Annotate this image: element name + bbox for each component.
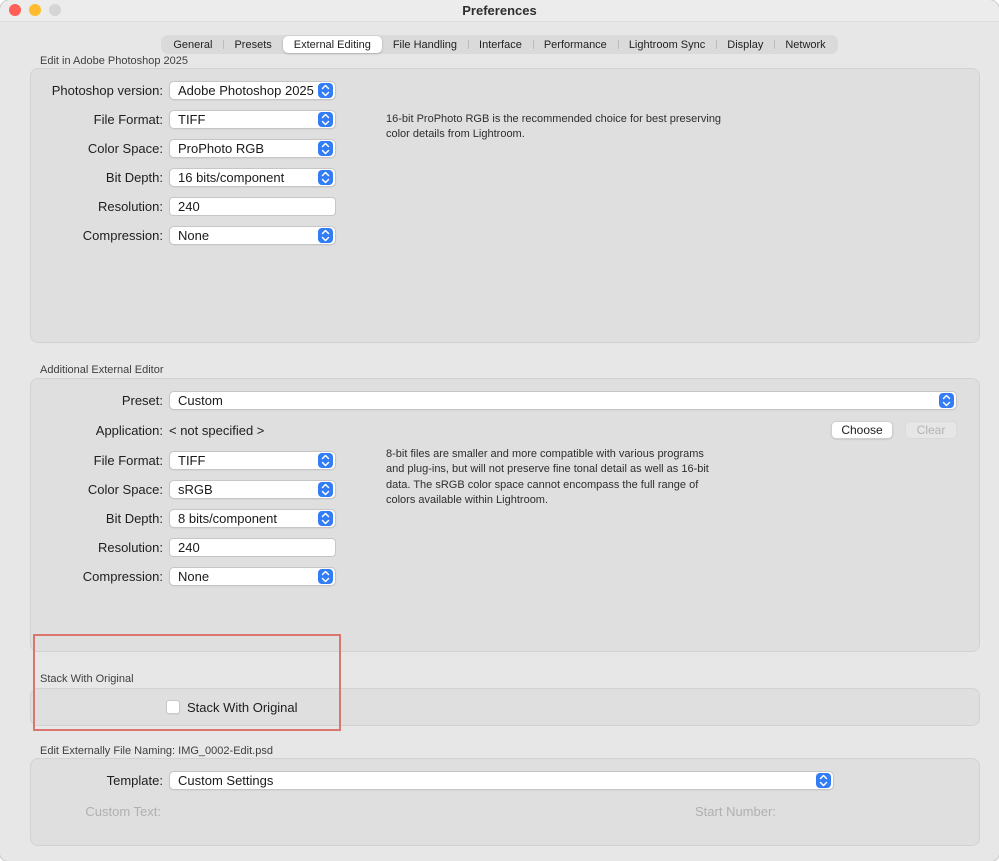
popup-stepper-icon <box>318 170 333 185</box>
photoshop-version-value: Adobe Photoshop 2025 <box>178 82 314 98</box>
close-button[interactable] <box>9 4 21 16</box>
bit-depth-value: 16 bits/component <box>178 169 285 185</box>
stack-section-label: Stack With Original <box>40 673 134 685</box>
bit-depth-value: 8 bits/component <box>178 510 278 526</box>
tab-external-editing[interactable]: External Editing <box>282 36 382 53</box>
popup-stepper-icon <box>318 482 333 497</box>
tab-bar-wrap: General Presets External Editing File Handl… <box>0 35 999 54</box>
photoshop-help-text: 16-bit ProPhoto RGB is the recommended c… <box>386 113 722 141</box>
tab-interface[interactable]: Interface <box>468 36 533 53</box>
additional-help-text: 8-bit files are smaller and more compati… <box>386 448 709 507</box>
file-format-label: File Format: <box>93 111 163 127</box>
bit-depth-row: Bit Depth: 16 bits/component <box>39 167 971 187</box>
stack-with-original-checkbox-label: Stack With Original <box>187 699 298 715</box>
preset-select[interactable]: Custom <box>169 390 957 410</box>
template-row: Template: Custom Settings <box>39 770 971 790</box>
custom-text-label: Custom Text: <box>85 804 161 819</box>
photoshop-section-panel: Photoshop version: Adobe Photoshop 2025 … <box>30 68 980 343</box>
naming-section-panel: Template: Custom Settings Custom Text: S… <box>30 758 980 846</box>
resolution-input-2[interactable] <box>169 537 336 557</box>
photoshop-version-select[interactable]: Adobe Photoshop 2025 <box>169 80 336 100</box>
popup-stepper-icon <box>318 83 333 98</box>
resolution-label: Resolution: <box>97 539 163 555</box>
stack-with-original-checkbox[interactable] <box>166 700 180 714</box>
color-space-label: Color Space: <box>87 140 163 156</box>
naming-disabled-row: Custom Text: Start Number: <box>39 804 971 824</box>
preferences-window: Preferences General Presets External Editi… <box>0 0 999 861</box>
compression-row-2: Compression: None <box>39 566 971 586</box>
photoshop-version-row: Photoshop version: Adobe Photoshop 2025 <box>39 80 971 100</box>
window-title: Preferences <box>462 3 537 18</box>
bit-depth-label: Bit Depth: <box>105 510 163 526</box>
resolution-label: Resolution: <box>97 198 163 214</box>
file-format-select[interactable]: TIFF <box>169 109 336 129</box>
popup-stepper-icon <box>816 773 831 788</box>
preset-label: Preset: <box>121 392 163 408</box>
color-space-select[interactable]: ProPhoto RGB <box>169 138 336 158</box>
resolution-row-2: Resolution: <box>39 537 971 557</box>
application-value: < not specified > <box>169 422 265 438</box>
bit-depth-select-2[interactable]: 8 bits/component <box>169 508 336 528</box>
naming-section-label: Edit Externally File Naming: IMG_0002-Ed… <box>40 745 273 757</box>
popup-stepper-icon <box>318 569 333 584</box>
compression-value: None <box>178 568 210 584</box>
compression-row: Compression: None <box>39 225 971 245</box>
file-format-label: File Format: <box>93 452 163 468</box>
compression-value: None <box>178 227 210 243</box>
template-value: Custom Settings <box>178 772 274 788</box>
preset-value: Custom <box>178 392 223 408</box>
compression-label: Compression: <box>82 227 163 243</box>
application-label: Application: <box>95 422 163 438</box>
template-select[interactable]: Custom Settings <box>169 770 834 790</box>
popup-stepper-icon <box>318 141 333 156</box>
preset-row: Preset: Custom <box>39 390 971 410</box>
popup-stepper-icon <box>939 393 954 408</box>
popup-stepper-icon <box>318 112 333 127</box>
additional-section-panel: Preset: Custom Application: < not specif… <box>30 378 980 652</box>
tab-network[interactable]: Network <box>774 36 836 53</box>
compression-select-2[interactable]: None <box>169 566 336 586</box>
tab-display[interactable]: Display <box>716 36 774 53</box>
resolution-row: Resolution: <box>39 196 971 216</box>
choose-button[interactable]: Choose <box>831 421 893 439</box>
file-format-value: TIFF <box>178 452 206 468</box>
color-space-label: Color Space: <box>87 481 163 497</box>
template-label: Template: <box>106 772 163 788</box>
popup-stepper-icon <box>318 228 333 243</box>
tab-presets[interactable]: Presets <box>223 36 282 53</box>
resolution-input[interactable] <box>169 196 336 216</box>
zoom-button-disabled <box>49 4 61 16</box>
tab-lightroom-sync[interactable]: Lightroom Sync <box>617 36 716 53</box>
color-space-select-2[interactable]: sRGB <box>169 479 336 499</box>
additional-section-label: Additional External Editor <box>40 364 164 376</box>
file-format-select-2[interactable]: TIFF <box>169 450 336 470</box>
file-format-value: TIFF <box>178 111 206 127</box>
compression-label: Compression: <box>82 568 163 584</box>
application-row: Application: < not specified > Choose Cl… <box>39 420 971 440</box>
photoshop-section-label: Edit in Adobe Photoshop 2025 <box>40 55 189 67</box>
popup-stepper-icon <box>318 453 333 468</box>
popup-stepper-icon <box>318 511 333 526</box>
color-space-value: sRGB <box>178 481 213 497</box>
minimize-button[interactable] <box>29 4 41 16</box>
bit-depth-label: Bit Depth: <box>105 169 163 185</box>
bit-depth-select[interactable]: 16 bits/component <box>169 167 336 187</box>
compression-select[interactable]: None <box>169 225 336 245</box>
title-bar: Preferences <box>0 0 999 22</box>
tab-performance[interactable]: Performance <box>532 36 618 53</box>
traffic-lights <box>9 4 61 16</box>
color-space-value: ProPhoto RGB <box>178 140 264 156</box>
clear-button: Clear <box>905 421 957 439</box>
tab-general[interactable]: General <box>162 36 223 53</box>
photoshop-version-label: Photoshop version: <box>51 82 163 98</box>
tab-bar: General Presets External Editing File Handl… <box>161 35 838 54</box>
stack-section-panel: Stack With Original <box>30 688 980 726</box>
bit-depth-row-2: Bit Depth: 8 bits/component <box>39 508 971 528</box>
start-number-label: Start Number: <box>695 804 776 819</box>
tab-file-handling[interactable]: File Handling <box>382 36 468 53</box>
